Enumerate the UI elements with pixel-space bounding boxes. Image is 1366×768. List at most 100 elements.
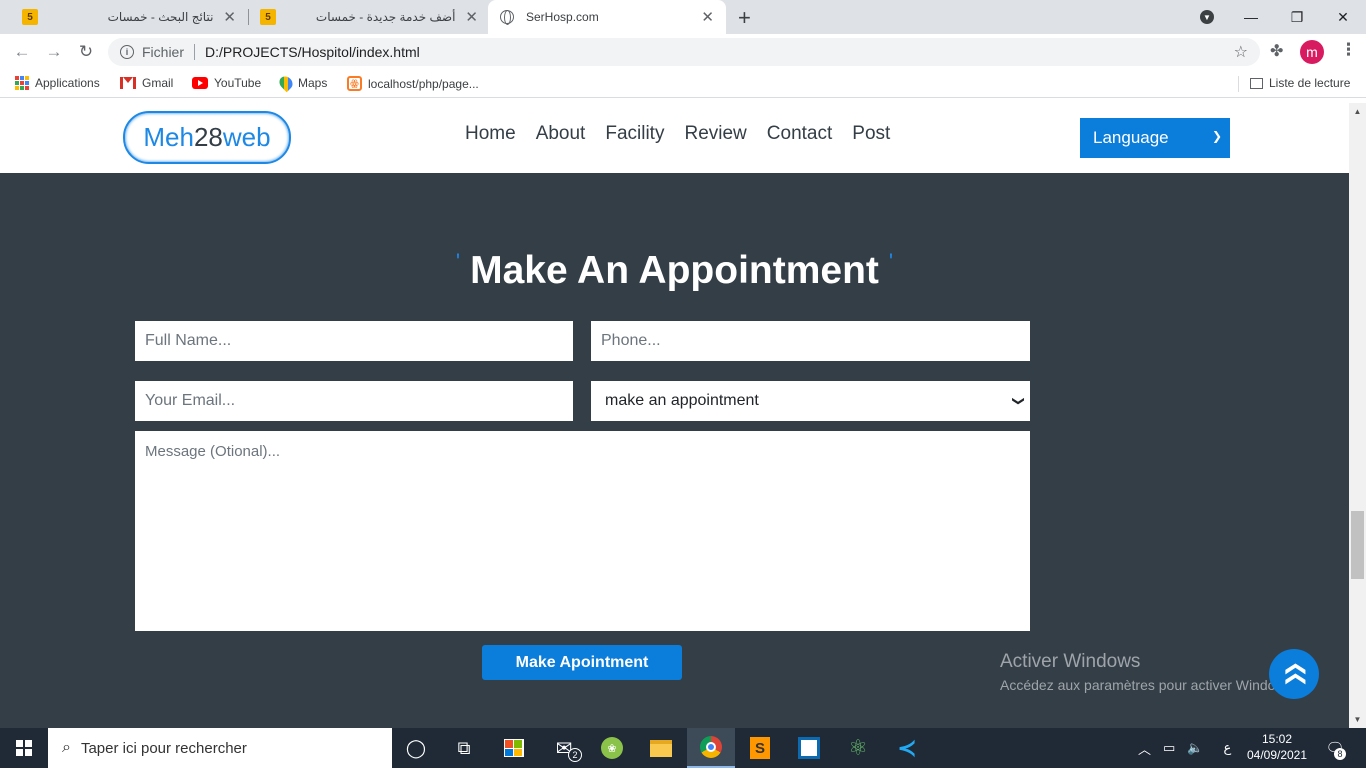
chevron-down-icon: ❯ [1011, 395, 1026, 407]
square-app-icon [798, 737, 820, 759]
bookmark-applications[interactable]: Applications [15, 76, 100, 90]
tab-search-icon[interactable]: ▼ [1200, 10, 1214, 24]
file-explorer-button[interactable] [637, 728, 685, 768]
mail-button[interactable]: ✉ 2 [540, 728, 588, 768]
scroll-to-top-button[interactable]: ❯ ❯ [1269, 649, 1319, 699]
chrome-taskbar-button[interactable] [687, 728, 735, 768]
nav-home[interactable]: Home [465, 123, 516, 145]
folder-icon [650, 739, 672, 757]
apps-grid-icon [15, 76, 29, 90]
bookmark-star-icon[interactable]: ☆ [1234, 42, 1248, 62]
message-textarea[interactable]: Message (Otional)... [135, 431, 1030, 631]
reading-list-button[interactable]: Liste de lecture [1250, 76, 1350, 90]
taskbar-clock[interactable]: 15:02 04/09/2021 [1240, 731, 1314, 763]
bookmark-youtube[interactable]: YouTube [192, 76, 261, 90]
chrome-icon [700, 736, 722, 758]
phone-input[interactable]: Phone... [591, 321, 1030, 361]
double-chevron-up-icon: ❯ ❯ [1282, 660, 1305, 688]
cortana-circle-icon[interactable]: ◯ [392, 728, 440, 768]
bookmark-label: localhost/php/page... [368, 76, 479, 91]
scroll-up-arrow-icon[interactable]: ▲ [1349, 103, 1366, 120]
scroll-down-arrow-icon[interactable]: ▼ [1349, 711, 1366, 728]
forward-arrow-icon[interactable]: → [43, 41, 65, 63]
volume-icon[interactable]: 🔈 [1187, 740, 1203, 756]
kebab-menu-icon[interactable]: ⋮ [1340, 40, 1357, 60]
logo-text-part: 28 [193, 122, 223, 152]
app-button[interactable]: ❀ [588, 728, 636, 768]
browser-tab[interactable]: 5 أضف خدمة جديدة - خمسات ✕ [252, 0, 484, 34]
close-tab-icon[interactable]: ✕ [223, 8, 236, 26]
maps-icon [276, 73, 296, 93]
network-icon[interactable]: ▭ [1163, 740, 1175, 756]
vscode-button[interactable]: ≺ [883, 728, 931, 768]
logo-text-part: Meh [143, 122, 194, 152]
windows-activation-watermark: Activer Windows Accédez aux paramètres p… [1000, 651, 1296, 693]
browser-tab[interactable]: 5 نتائج البحث - خمسات ✕ [14, 0, 246, 34]
clock-date: 04/09/2021 [1246, 748, 1308, 762]
new-tab-plus-icon[interactable]: + [738, 5, 751, 31]
nav-post[interactable]: Post [852, 123, 890, 145]
search-icon: ⌕ [62, 739, 71, 756]
atom-button[interactable]: ⚛ [834, 728, 882, 768]
close-tab-icon[interactable]: ✕ [465, 8, 478, 26]
browser-tab-active[interactable]: SerHosp.com ✕ [488, 0, 726, 34]
profile-avatar[interactable]: m [1300, 40, 1324, 64]
full-name-input[interactable]: Full Name... [135, 321, 573, 361]
nav-contact[interactable]: Contact [767, 123, 832, 145]
scroll-thumb[interactable] [1351, 511, 1364, 579]
bookmark-gmail[interactable]: Gmail [120, 76, 173, 90]
khamsat-favicon-icon: 5 [22, 9, 38, 25]
sublime-text-icon: S [750, 737, 770, 759]
email-input[interactable]: Your Email... [135, 381, 573, 421]
input-language-indicator[interactable]: ع [1224, 740, 1232, 756]
notification-center-button[interactable]: 🗨 8 [1322, 736, 1348, 760]
title-quote-mark: ' [888, 249, 894, 274]
sublime-text-button[interactable]: S [736, 728, 784, 768]
bookmark-maps[interactable]: Maps [276, 73, 328, 93]
restore-icon[interactable]: ❐ [1274, 0, 1320, 34]
bookmarks-bar: Applications Gmail YouTube Maps ꙮ localh… [0, 70, 1366, 98]
make-appointment-button[interactable]: Make Apointment [482, 645, 682, 680]
taskbar-search-placeholder: Taper ici pour rechercher [80, 739, 247, 757]
tab-title: نتائج البحث - خمسات [107, 10, 214, 24]
app-button[interactable] [785, 728, 833, 768]
minimize-icon[interactable]: — [1228, 0, 1274, 34]
language-select-value: Language [1093, 128, 1169, 147]
bookmark-label: YouTube [214, 76, 262, 90]
title-quote-mark: ' [455, 249, 461, 274]
appointment-type-select[interactable]: make an appointment ❯ [591, 381, 1030, 421]
activation-title: Activer Windows [1000, 651, 1141, 672]
language-select[interactable]: Language ❯ [1080, 118, 1230, 158]
back-arrow-icon[interactable]: ← [11, 41, 33, 63]
nav-review[interactable]: Review [684, 123, 746, 145]
bookmark-localhost[interactable]: ꙮ localhost/php/page... [347, 76, 479, 91]
close-window-icon[interactable]: ✕ [1320, 0, 1366, 34]
close-tab-icon[interactable]: ✕ [701, 8, 714, 26]
browser-toolbar: ← → ↻ i Fichier D:/PROJECTS/Hospitol/ind… [0, 34, 1366, 70]
bookmark-label: Gmail [142, 76, 174, 90]
khamsat-favicon-icon: 5 [260, 9, 276, 25]
microsoft-store-button[interactable] [490, 728, 538, 768]
extensions-puzzle-icon[interactable]: ✤ [1270, 41, 1283, 61]
site-logo[interactable]: Meh 28 web [123, 111, 291, 164]
nav-about[interactable]: About [536, 123, 586, 145]
reload-icon[interactable]: ↻ [75, 41, 97, 63]
url-divider [194, 44, 196, 60]
reading-list-icon [1250, 77, 1263, 89]
task-view-icon[interactable]: ⧉ [440, 728, 488, 768]
bookmark-label: Maps [298, 76, 328, 90]
nav-facility[interactable]: Facility [605, 123, 664, 145]
url-scheme: Fichier [142, 44, 185, 60]
taskbar-search-input[interactable]: ⌕ Taper ici pour rechercher [48, 728, 392, 768]
page-scrollbar[interactable]: ▲ ▼ [1349, 103, 1366, 728]
reading-list-label: Liste de lecture [1269, 76, 1351, 90]
chevron-up-icon[interactable]: ︿ [1138, 739, 1151, 758]
address-bar[interactable]: i Fichier D:/PROJECTS/Hospitol/index.htm… [108, 38, 1260, 66]
start-button[interactable] [0, 728, 48, 768]
appointment-select-value: make an appointment [605, 392, 759, 409]
url-text[interactable]: D:/PROJECTS/Hospitol/index.html [205, 44, 420, 60]
store-icon [504, 739, 524, 757]
mail-badge: 2 [568, 748, 582, 762]
site-info-icon[interactable]: i [120, 45, 134, 59]
green-app-icon: ❀ [601, 737, 623, 759]
